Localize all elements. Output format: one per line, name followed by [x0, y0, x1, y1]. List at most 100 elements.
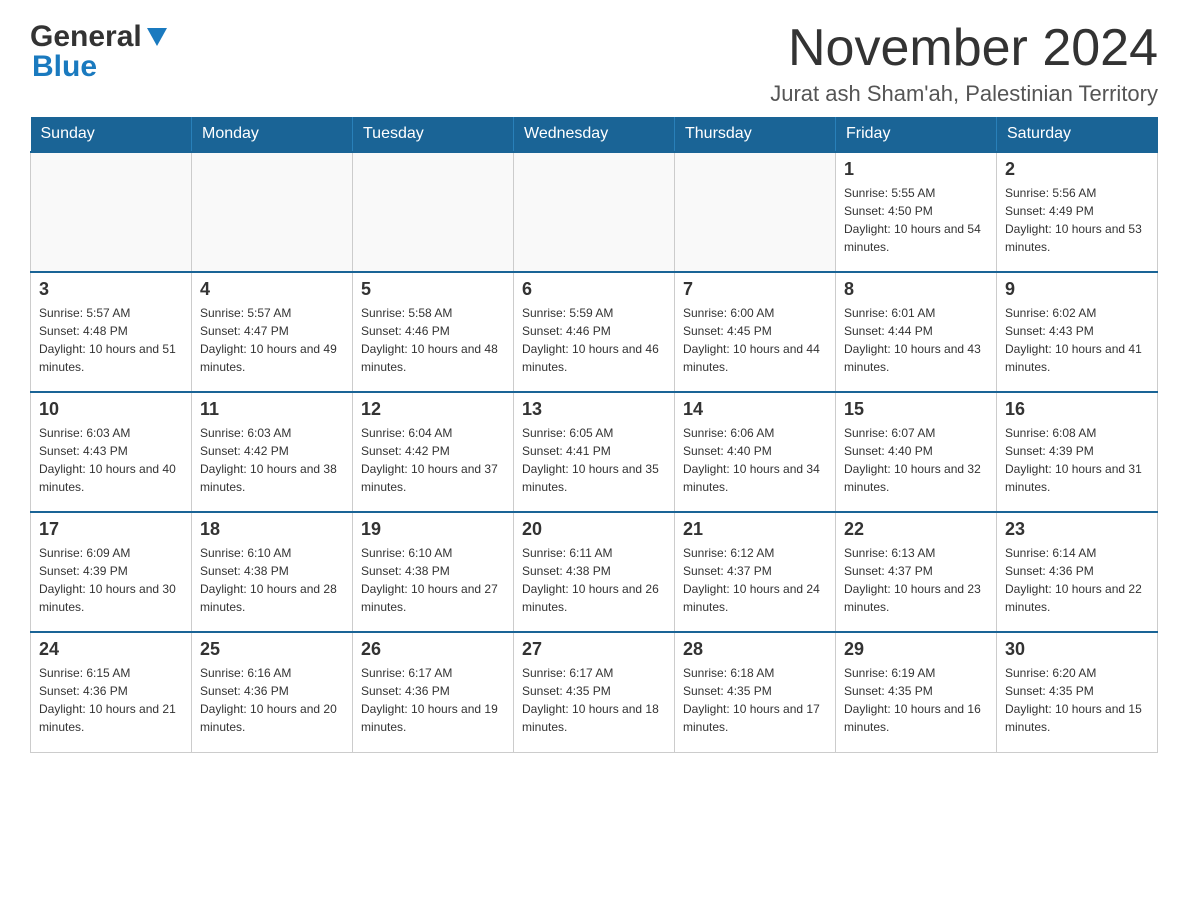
header-friday: Friday — [836, 117, 997, 152]
day-number: 10 — [39, 399, 183, 420]
calendar-cell: 4 Sunrise: 5:57 AM Sunset: 4:47 PM Dayli… — [192, 272, 353, 392]
sunrise-text: Sunrise: 5:57 AM — [200, 306, 291, 320]
daylight-text: Daylight: 10 hours and 49 minutes. — [200, 342, 337, 374]
day-info: Sunrise: 6:06 AM Sunset: 4:40 PM Dayligh… — [683, 424, 827, 496]
daylight-text: Daylight: 10 hours and 17 minutes. — [683, 702, 820, 734]
sunset-text: Sunset: 4:36 PM — [39, 684, 128, 698]
day-info: Sunrise: 6:13 AM Sunset: 4:37 PM Dayligh… — [844, 544, 988, 616]
daylight-text: Daylight: 10 hours and 40 minutes. — [39, 462, 176, 494]
sunset-text: Sunset: 4:45 PM — [683, 324, 772, 338]
day-number: 12 — [361, 399, 505, 420]
day-number: 11 — [200, 399, 344, 420]
daylight-text: Daylight: 10 hours and 54 minutes. — [844, 222, 981, 254]
week-row-1: 1 Sunrise: 5:55 AM Sunset: 4:50 PM Dayli… — [31, 152, 1158, 272]
calendar-cell — [675, 152, 836, 272]
header-tuesday: Tuesday — [353, 117, 514, 152]
logo-general-text: General — [30, 20, 142, 54]
sunrise-text: Sunrise: 6:06 AM — [683, 426, 774, 440]
sunset-text: Sunset: 4:41 PM — [522, 444, 611, 458]
header-thursday: Thursday — [675, 117, 836, 152]
day-number: 8 — [844, 279, 988, 300]
daylight-text: Daylight: 10 hours and 26 minutes. — [522, 582, 659, 614]
day-info: Sunrise: 6:10 AM Sunset: 4:38 PM Dayligh… — [200, 544, 344, 616]
day-info: Sunrise: 6:17 AM Sunset: 4:36 PM Dayligh… — [361, 664, 505, 736]
sunset-text: Sunset: 4:38 PM — [200, 564, 289, 578]
sunset-text: Sunset: 4:37 PM — [844, 564, 933, 578]
day-number: 6 — [522, 279, 666, 300]
sunset-text: Sunset: 4:39 PM — [1005, 444, 1094, 458]
sunset-text: Sunset: 4:42 PM — [200, 444, 289, 458]
location-subtitle: Jurat ash Sham'ah, Palestinian Territory — [770, 81, 1158, 107]
day-info: Sunrise: 6:11 AM Sunset: 4:38 PM Dayligh… — [522, 544, 666, 616]
sunrise-text: Sunrise: 5:57 AM — [39, 306, 130, 320]
calendar-cell: 19 Sunrise: 6:10 AM Sunset: 4:38 PM Dayl… — [353, 512, 514, 632]
sunrise-text: Sunrise: 5:59 AM — [522, 306, 613, 320]
daylight-text: Daylight: 10 hours and 43 minutes. — [844, 342, 981, 374]
page-header: General Blue November 2024 Jurat ash Sha… — [30, 20, 1158, 107]
calendar-cell: 12 Sunrise: 6:04 AM Sunset: 4:42 PM Dayl… — [353, 392, 514, 512]
calendar-cell — [353, 152, 514, 272]
daylight-text: Daylight: 10 hours and 35 minutes. — [522, 462, 659, 494]
week-row-4: 17 Sunrise: 6:09 AM Sunset: 4:39 PM Dayl… — [31, 512, 1158, 632]
sunrise-text: Sunrise: 6:10 AM — [361, 546, 452, 560]
daylight-text: Daylight: 10 hours and 15 minutes. — [1005, 702, 1142, 734]
daylight-text: Daylight: 10 hours and 38 minutes. — [200, 462, 337, 494]
calendar-cell: 20 Sunrise: 6:11 AM Sunset: 4:38 PM Dayl… — [514, 512, 675, 632]
calendar-cell: 30 Sunrise: 6:20 AM Sunset: 4:35 PM Dayl… — [997, 632, 1158, 752]
day-number: 19 — [361, 519, 505, 540]
day-info: Sunrise: 5:56 AM Sunset: 4:49 PM Dayligh… — [1005, 184, 1149, 256]
daylight-text: Daylight: 10 hours and 51 minutes. — [39, 342, 176, 374]
sunrise-text: Sunrise: 6:17 AM — [522, 666, 613, 680]
day-info: Sunrise: 6:04 AM Sunset: 4:42 PM Dayligh… — [361, 424, 505, 496]
daylight-text: Daylight: 10 hours and 19 minutes. — [361, 702, 498, 734]
calendar-cell — [192, 152, 353, 272]
daylight-text: Daylight: 10 hours and 48 minutes. — [361, 342, 498, 374]
day-info: Sunrise: 6:05 AM Sunset: 4:41 PM Dayligh… — [522, 424, 666, 496]
sunrise-text: Sunrise: 5:55 AM — [844, 186, 935, 200]
day-info: Sunrise: 6:14 AM Sunset: 4:36 PM Dayligh… — [1005, 544, 1149, 616]
daylight-text: Daylight: 10 hours and 34 minutes. — [683, 462, 820, 494]
calendar-cell: 15 Sunrise: 6:07 AM Sunset: 4:40 PM Dayl… — [836, 392, 997, 512]
calendar-cell — [31, 152, 192, 272]
sunrise-text: Sunrise: 6:20 AM — [1005, 666, 1096, 680]
day-info: Sunrise: 5:55 AM Sunset: 4:50 PM Dayligh… — [844, 184, 988, 256]
sunrise-text: Sunrise: 6:08 AM — [1005, 426, 1096, 440]
sunset-text: Sunset: 4:35 PM — [844, 684, 933, 698]
day-info: Sunrise: 6:09 AM Sunset: 4:39 PM Dayligh… — [39, 544, 183, 616]
calendar-table: Sunday Monday Tuesday Wednesday Thursday… — [30, 117, 1158, 753]
day-info: Sunrise: 6:16 AM Sunset: 4:36 PM Dayligh… — [200, 664, 344, 736]
day-number: 13 — [522, 399, 666, 420]
calendar-cell: 13 Sunrise: 6:05 AM Sunset: 4:41 PM Dayl… — [514, 392, 675, 512]
calendar-cell: 5 Sunrise: 5:58 AM Sunset: 4:46 PM Dayli… — [353, 272, 514, 392]
sunset-text: Sunset: 4:35 PM — [1005, 684, 1094, 698]
day-number: 30 — [1005, 639, 1149, 660]
sunset-text: Sunset: 4:38 PM — [522, 564, 611, 578]
day-number: 16 — [1005, 399, 1149, 420]
day-info: Sunrise: 6:15 AM Sunset: 4:36 PM Dayligh… — [39, 664, 183, 736]
day-number: 26 — [361, 639, 505, 660]
sunset-text: Sunset: 4:35 PM — [683, 684, 772, 698]
day-info: Sunrise: 6:02 AM Sunset: 4:43 PM Dayligh… — [1005, 304, 1149, 376]
day-number: 9 — [1005, 279, 1149, 300]
day-info: Sunrise: 5:57 AM Sunset: 4:47 PM Dayligh… — [200, 304, 344, 376]
day-info: Sunrise: 6:03 AM Sunset: 4:43 PM Dayligh… — [39, 424, 183, 496]
sunrise-text: Sunrise: 6:16 AM — [200, 666, 291, 680]
calendar-cell: 17 Sunrise: 6:09 AM Sunset: 4:39 PM Dayl… — [31, 512, 192, 632]
day-info: Sunrise: 6:03 AM Sunset: 4:42 PM Dayligh… — [200, 424, 344, 496]
calendar-cell: 3 Sunrise: 5:57 AM Sunset: 4:48 PM Dayli… — [31, 272, 192, 392]
calendar-cell: 6 Sunrise: 5:59 AM Sunset: 4:46 PM Dayli… — [514, 272, 675, 392]
sunrise-text: Sunrise: 6:18 AM — [683, 666, 774, 680]
sunset-text: Sunset: 4:48 PM — [39, 324, 128, 338]
calendar-cell: 9 Sunrise: 6:02 AM Sunset: 4:43 PM Dayli… — [997, 272, 1158, 392]
day-info: Sunrise: 6:08 AM Sunset: 4:39 PM Dayligh… — [1005, 424, 1149, 496]
day-number: 2 — [1005, 159, 1149, 180]
sunrise-text: Sunrise: 6:09 AM — [39, 546, 130, 560]
day-number: 4 — [200, 279, 344, 300]
day-info: Sunrise: 5:58 AM Sunset: 4:46 PM Dayligh… — [361, 304, 505, 376]
sunset-text: Sunset: 4:43 PM — [1005, 324, 1094, 338]
day-info: Sunrise: 6:18 AM Sunset: 4:35 PM Dayligh… — [683, 664, 827, 736]
sunrise-text: Sunrise: 5:58 AM — [361, 306, 452, 320]
calendar-cell — [514, 152, 675, 272]
sunset-text: Sunset: 4:43 PM — [39, 444, 128, 458]
day-info: Sunrise: 6:00 AM Sunset: 4:45 PM Dayligh… — [683, 304, 827, 376]
